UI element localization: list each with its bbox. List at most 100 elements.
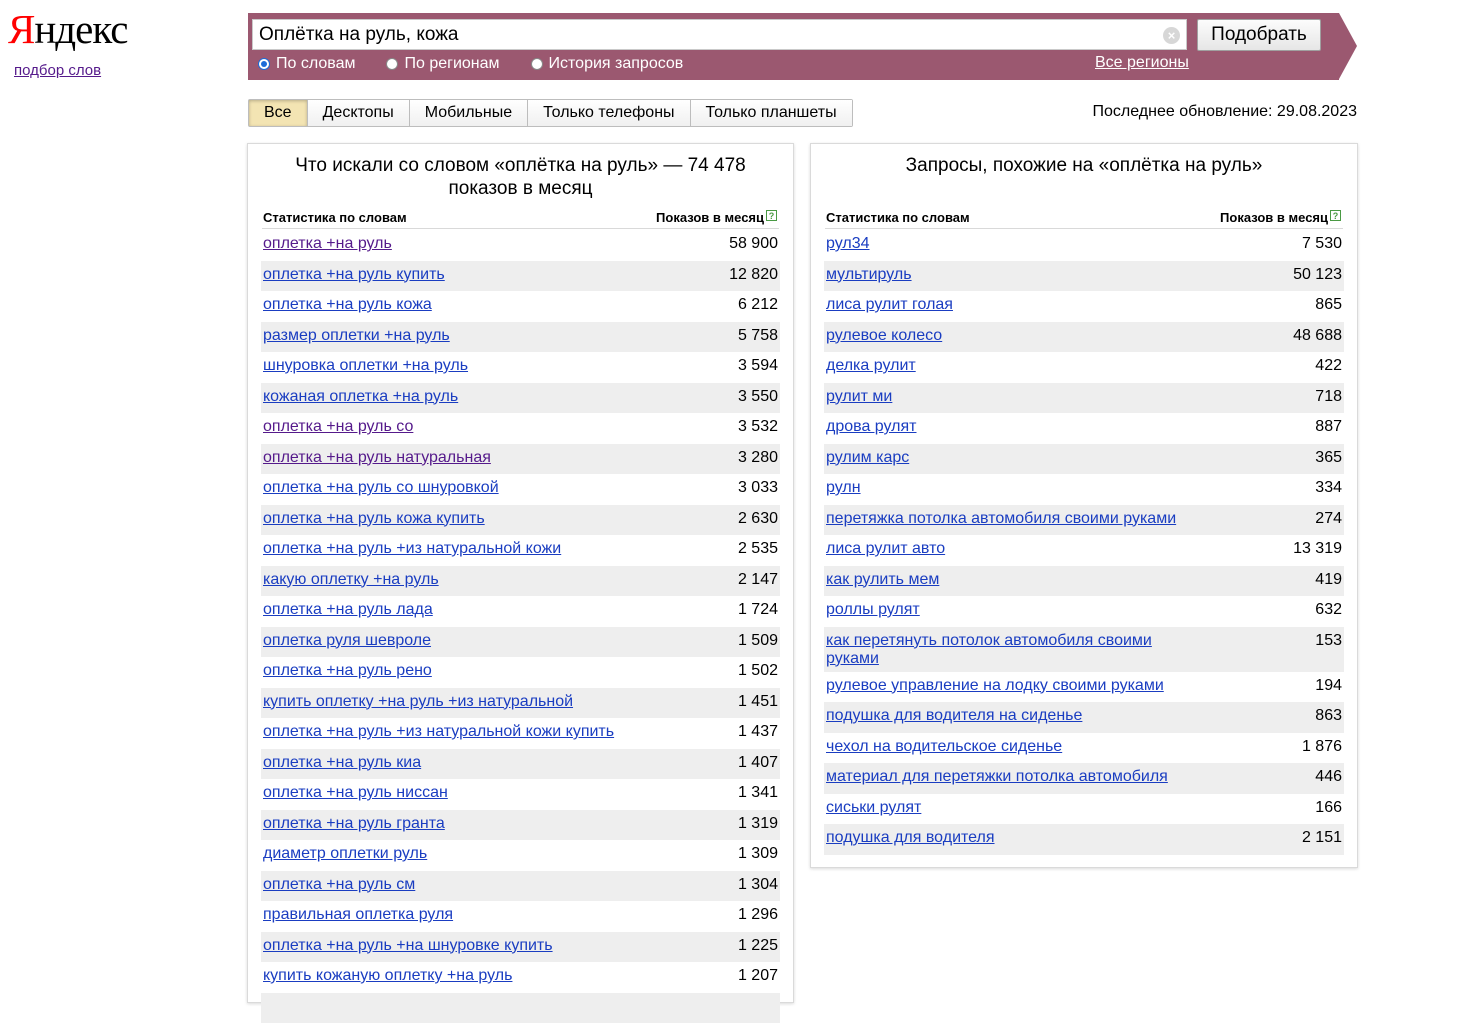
keyword-link[interactable]: оплетка руля шевроле (261, 627, 780, 654)
impression-count: 1 502 (738, 662, 778, 680)
table-row: рулевое управление на лодку своими рукам… (824, 672, 1344, 703)
tab-phones-only[interactable]: Только телефоны (528, 100, 690, 126)
help-icon[interactable]: ? (1330, 210, 1341, 221)
mode-label: По регионам (404, 55, 499, 73)
tab-desktops[interactable]: Десктопы (308, 100, 410, 126)
impression-count: 166 (1315, 799, 1342, 817)
table-row: роллы рулят632 (824, 596, 1344, 627)
table-row: шнуровка оплетки +на руль3 594 (261, 352, 780, 383)
search-field[interactable]: × (252, 19, 1187, 50)
radio-icon[interactable] (531, 58, 543, 70)
keyword-link[interactable] (261, 993, 780, 1002)
table-row: размер оплетки +на руль5 758 (261, 322, 780, 353)
keyword-link[interactable]: правильная оплетка руля (261, 901, 780, 928)
keyword-link[interactable]: мультируль (824, 261, 1344, 288)
tab-tablets-only[interactable]: Только планшеты (691, 100, 852, 126)
keyword-link[interactable]: как рулить мем (824, 566, 1344, 593)
keyword-link[interactable]: рулевое управление на лодку своими рукам… (824, 672, 1344, 699)
keyword-link[interactable]: сиськи рулят (824, 794, 1344, 821)
keyword-link[interactable]: лиса рулит авто (824, 535, 1344, 562)
impression-count: 1 451 (738, 693, 778, 711)
keyword-list: оплетка +на руль58 900оплетка +на руль к… (261, 230, 780, 1023)
all-regions-link[interactable]: Все регионы (1095, 54, 1189, 72)
keyword-link[interactable]: оплетка +на руль +на шнуровке купить (261, 932, 780, 959)
yandex-logo[interactable]: Яндекс (8, 6, 132, 52)
keyword-link[interactable]: шнуровка оплетки +на руль (261, 352, 780, 379)
table-row: какую оплетку +на руль2 147 (261, 566, 780, 597)
keyword-link[interactable]: оплетка +на руль со (261, 413, 780, 440)
mode-by-regions[interactable]: По регионам (386, 55, 499, 73)
table-row: рулн334 (824, 474, 1344, 505)
keyword-link[interactable]: подушка для водителя на сиденье (824, 702, 1344, 729)
keyword-link[interactable]: размер оплетки +на руль (261, 322, 780, 349)
impression-count: 1 509 (738, 632, 778, 650)
keyword-link[interactable]: оплетка +на руль кожа (261, 291, 780, 318)
impression-count: 5 758 (738, 327, 778, 345)
keyword-link[interactable]: оплетка +на руль киа (261, 749, 780, 776)
table-row: делка рулит422 (824, 352, 1344, 383)
mode-by-words[interactable]: По словам (258, 55, 355, 73)
keyword-link[interactable]: оплетка +на руль натуральная (261, 444, 780, 471)
table-row: дрова рулят887 (824, 413, 1344, 444)
table-row: оплетка +на руль рено1 502 (261, 657, 780, 688)
keyword-link[interactable]: оплетка +на руль см (261, 871, 780, 898)
column-keyword-header: Статистика по словам (263, 210, 407, 225)
keyword-link[interactable]: перетяжка потолка автомобиля своими рука… (824, 505, 1344, 532)
table-row: купить кожаную оплетку +на руль1 207 (261, 962, 780, 993)
keyword-link[interactable]: как перетянуть потолок автомобиля своими… (824, 627, 1344, 672)
table-row: оплетка +на руль со шнуровкой3 033 (261, 474, 780, 505)
keyword-link[interactable]: материал для перетяжки потолка автомобил… (824, 763, 1344, 790)
keyword-stats-panel: Что искали со словом «оплётка на руль» —… (247, 143, 794, 1003)
tab-mobile[interactable]: Мобильные (410, 100, 528, 126)
impression-count: 1 207 (738, 967, 778, 985)
keyword-link[interactable]: рулит ми (824, 383, 1344, 410)
radio-checked-icon[interactable] (258, 58, 270, 70)
table-row: подушка для водителя на сиденье863 (824, 702, 1344, 733)
keyword-link[interactable]: оплетка +на руль купить (261, 261, 780, 288)
mode-label: По словам (276, 55, 355, 73)
impression-count: 50 123 (1293, 266, 1342, 284)
keyword-link[interactable]: купить кожаную оплетку +на руль (261, 962, 780, 989)
keyword-link[interactable]: купить оплетку +на руль +из натуральной (261, 688, 780, 715)
keyword-link[interactable]: оплетка +на руль лада (261, 596, 780, 623)
radio-icon[interactable] (386, 58, 398, 70)
keyword-link[interactable]: оплетка +на руль +из натуральной кожи ку… (261, 718, 780, 745)
impression-count: 2 535 (738, 540, 778, 558)
panel-title-line: Что искали со словом «оплётка на руль» —… (248, 154, 793, 177)
keyword-link[interactable]: оплетка +на руль (261, 230, 780, 257)
help-icon[interactable]: ? (766, 210, 777, 221)
search-panel-arrow (1339, 13, 1357, 79)
keyword-link[interactable]: дрова рулят (824, 413, 1344, 440)
table-row: оплетка +на руль киа1 407 (261, 749, 780, 780)
table-row: оплетка +на руль кожа6 212 (261, 291, 780, 322)
keyword-link[interactable]: рулевое колесо (824, 322, 1344, 349)
keyword-link[interactable]: рулн (824, 474, 1344, 501)
tab-all[interactable]: Все (249, 100, 308, 126)
keyword-link[interactable]: лиса рулит голая (824, 291, 1344, 318)
keyword-link[interactable]: оплетка +на руль гранта (261, 810, 780, 837)
keyword-link[interactable]: оплетка +на руль +из натуральной кожи (261, 535, 780, 562)
wordstat-link[interactable]: подбор слов (14, 62, 101, 79)
clear-icon[interactable]: × (1163, 27, 1180, 44)
impression-count: 887 (1315, 418, 1342, 436)
table-row: оплетка +на руль гранта1 319 (261, 810, 780, 841)
keyword-link[interactable]: делка рулит (824, 352, 1344, 379)
impression-count: 1 296 (738, 906, 778, 924)
keyword-link[interactable]: чехол на водительское сиденье (824, 733, 1344, 760)
keyword-link[interactable]: кожаная оплетка +на руль (261, 383, 780, 410)
search-submit-button[interactable]: Подобрать (1197, 19, 1321, 51)
search-input[interactable] (259, 23, 1149, 47)
keyword-link[interactable]: рул34 (824, 230, 1344, 257)
keyword-link[interactable]: оплетка +на руль кожа купить (261, 505, 780, 532)
mode-history[interactable]: История запросов (531, 55, 684, 73)
impression-count: 153 (1315, 632, 1342, 650)
keyword-link[interactable]: роллы рулят (824, 596, 1344, 623)
keyword-link[interactable]: какую оплетку +на руль (261, 566, 780, 593)
keyword-link[interactable]: диаметр оплетки руль (261, 840, 780, 867)
keyword-link[interactable]: оплетка +на руль ниссан (261, 779, 780, 806)
keyword-link[interactable]: рулим карс (824, 444, 1344, 471)
keyword-link[interactable]: оплетка +на руль рено (261, 657, 780, 684)
keyword-link[interactable]: оплетка +на руль со шнуровкой (261, 474, 780, 501)
keyword-link[interactable]: подушка для водителя (824, 824, 1344, 851)
search-mode-group: По словам По регионам История запросов (258, 54, 714, 74)
